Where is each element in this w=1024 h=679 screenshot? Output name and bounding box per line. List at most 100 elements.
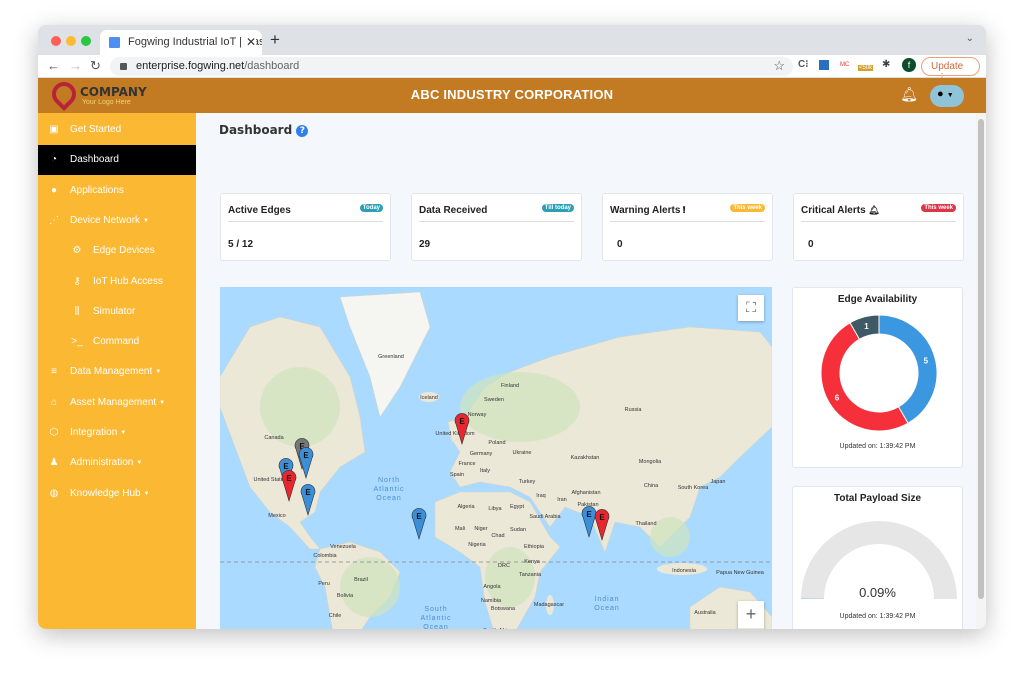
divider [228, 221, 383, 222]
sidebar-item-label: Command [93, 336, 140, 348]
network-icon: ⋰ [49, 214, 59, 226]
tab-search-chevron-icon[interactable]: ⌄ [966, 33, 974, 44]
sidebar-item-data-management[interactable]: ≡ Data Management ▼ [38, 357, 196, 387]
extension-blue-icon[interactable] [819, 60, 829, 70]
help-icon[interactable]: ? [296, 125, 309, 137]
sidebar-item-applications[interactable]: ● Applications [38, 176, 196, 206]
donut-slice[interactable] [820, 322, 909, 432]
forward-icon[interactable]: → [69, 58, 82, 73]
sidebar-item-administration[interactable]: ♟ Administration ▼ [38, 448, 196, 478]
sidebar-item-asset-management[interactable]: ⌂ Asset Management ▼ [38, 388, 196, 418]
donut-data-label: 5 [924, 356, 929, 365]
sidebar-item-edge-devices[interactable]: ⚙ Edge Devices [38, 236, 196, 266]
fullscreen-button[interactable]: ⛶ [738, 295, 764, 321]
sidebar-item-knowledge-hub[interactable]: ◍ Knowledge Hub ▼ [38, 479, 196, 509]
profile-avatar[interactable]: f [902, 58, 916, 72]
gauge-icon: ◔ [50, 154, 58, 166]
zoom-in-button[interactable]: + [738, 601, 764, 629]
sidebar-item-dashboard[interactable]: ◔ Dashboard [38, 145, 196, 176]
ocean-label: Atlantic [374, 486, 405, 493]
marker-letter: E [283, 462, 289, 471]
caret-down-icon: ▼ [159, 399, 166, 406]
world-map[interactable]: Greenland Iceland Finland Sweden Norway Russi… [220, 287, 772, 629]
card-value: 5 / 12 [228, 239, 254, 250]
card-title: Active Edges [228, 205, 291, 216]
edge-marker-active[interactable]: E [581, 506, 597, 539]
sidebar-item-get-started[interactable]: ▣ Get Started [38, 115, 196, 145]
user-icon: ● [937, 88, 944, 100]
map-label: Russia [625, 407, 643, 413]
extension-badge-icon[interactable]: <50k [858, 65, 874, 71]
edge-availability-donut: 5 6 1 [820, 314, 938, 432]
map-label: Afghanistan [571, 490, 600, 496]
url-input[interactable]: enterprise.fogwing.net/dashboard ☆ [110, 57, 793, 76]
extension-c-icon[interactable]: C⁝ [798, 59, 808, 70]
exclamation-icon: ❗︎ [680, 205, 686, 215]
scrollbar[interactable] [976, 113, 986, 629]
donut-slice[interactable] [878, 314, 938, 424]
map-label: Mali [455, 526, 465, 532]
map-label: United Kingdom [435, 431, 475, 437]
caret-down-icon: ▼ [946, 92, 954, 99]
card-title: Warning Alerts [610, 205, 681, 216]
close-tab-icon[interactable]: ✕ [242, 35, 256, 49]
map-label: Sweden [484, 397, 504, 403]
reload-icon[interactable]: ↻ [90, 58, 101, 74]
browser-tab[interactable]: Fogwing Industrial IoT | Dashboard✕ [100, 30, 262, 55]
map-label: Bolivia [337, 593, 354, 599]
sidebar-item-simulator[interactable]: ⫼ Simulator [38, 297, 196, 327]
map-label: South Africa [483, 628, 514, 629]
extension-mc-icon[interactable]: MC [840, 62, 849, 68]
new-tab-button[interactable]: + [270, 30, 280, 50]
maximize-window-button[interactable] [81, 36, 91, 46]
map-label: Italy [480, 468, 490, 474]
favicon-icon [109, 37, 120, 48]
map-label: France [458, 461, 475, 467]
sidebar-item-label: Integration [70, 427, 118, 438]
extensions-puzzle-icon[interactable]: ✱ [882, 59, 890, 70]
map-label: Iraq [536, 493, 545, 499]
minimize-window-button[interactable] [66, 36, 76, 46]
sidebar-item-label: Asset Management [70, 396, 157, 408]
caret-down-icon: ▼ [143, 490, 150, 497]
sidebar-item-device-network[interactable]: ⋰ Device Network ▼ [38, 206, 196, 236]
sidebar-item-label: Knowledge Hub [70, 487, 141, 499]
card-badge: Till today [541, 204, 574, 212]
close-window-button[interactable] [51, 36, 61, 46]
user-menu-button[interactable]: ● ▼ [930, 85, 964, 107]
map-label: Namibia [481, 598, 502, 604]
scrollbar-thumb[interactable] [978, 119, 984, 599]
update-button[interactable]: Update ⋮ [921, 57, 980, 83]
card-value: 0 [617, 239, 623, 250]
integration-icon: ⬡ [49, 427, 59, 438]
map-label: Norway [468, 412, 487, 418]
map-label: Chile [329, 613, 342, 619]
edge-availability-title: Edge Availability [837, 294, 918, 305]
map-label: Sudan [510, 527, 526, 533]
stat-card-critical-alerts: Critical Alerts 🔔︎ This week 0 [793, 193, 964, 261]
device-map[interactable]: Greenland Iceland Finland Sweden Norway Russi… [220, 287, 772, 629]
bus-icon: ▣ [49, 124, 59, 135]
edge-availability-panel: Edge Availability 5 6 1 Updated on: 1:39:4… [792, 287, 963, 468]
notifications-bell-icon[interactable]: 🔔︎ [900, 86, 918, 103]
map-label: Egypt [510, 504, 525, 510]
sidebar-item-iot-hub-access[interactable]: ⚷ IoT Hub Access [38, 267, 196, 297]
stat-card-active-edges: Active Edges Today 5 / 12 [220, 193, 391, 261]
sidebar-item-command[interactable]: >_ Command [38, 327, 196, 357]
donut-data-label: 1 [864, 322, 869, 331]
bookmark-star-icon[interactable]: ☆ [773, 58, 785, 74]
marker-letter: E [599, 513, 605, 522]
url-path: /dashboard [244, 60, 300, 72]
card-title: Critical Alerts [801, 205, 866, 216]
update-label: Update [931, 61, 964, 72]
page-title: Dashboard [219, 123, 293, 137]
edge-marker-active[interactable]: E [411, 508, 427, 541]
edge-availability-updated: Updated on: 1:39:42 PM [839, 443, 916, 450]
simulator-icon: ⫼ [74, 305, 80, 317]
ocean-label: Ocean [423, 624, 449, 629]
map-label: Tanzania [519, 572, 542, 578]
sidebar-item-integration[interactable]: ⬡ Integration ▼ [38, 418, 196, 448]
page-title-row: Dashboard ? [219, 123, 309, 137]
map-label: Iran [557, 497, 566, 503]
back-icon[interactable]: ← [47, 58, 60, 73]
